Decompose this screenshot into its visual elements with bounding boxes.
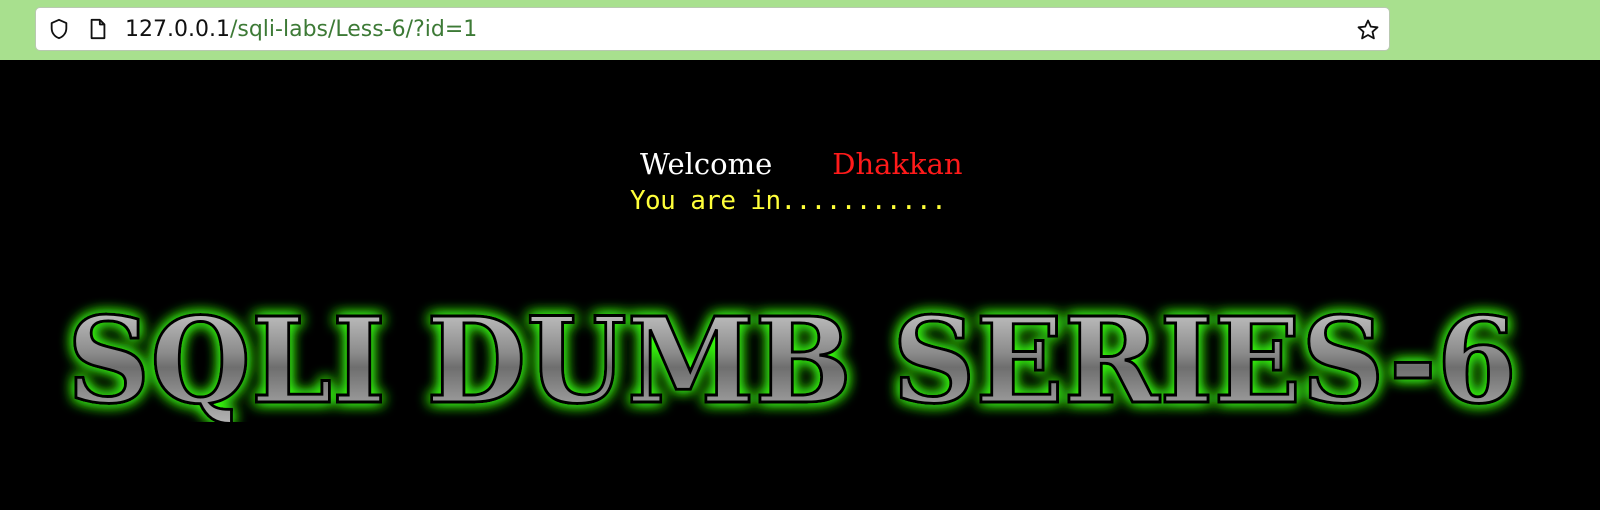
banner-image: SQLI DUMB SERIES-6 <box>66 292 1519 422</box>
banner-text: SQLI DUMB SERIES-6 <box>67 292 1517 422</box>
welcome-name: Dhakkan <box>832 147 963 181</box>
welcome-line: Welcome Dhakkan <box>640 146 963 182</box>
page-content: Welcome Dhakkan You are in........... SQ… <box>0 60 1600 510</box>
welcome-label: Welcome <box>640 147 773 181</box>
url-text[interactable]: 127.0.0.1/sqli-labs/Less-6/?id=1 <box>125 15 477 45</box>
status-message: You are in........... <box>630 186 947 216</box>
page-icon[interactable] <box>88 18 108 40</box>
bookmark-star-icon[interactable] <box>1356 18 1380 42</box>
address-bar[interactable]: 127.0.0.1/sqli-labs/Less-6/?id=1 <box>35 7 1390 51</box>
shield-icon[interactable] <box>48 18 70 40</box>
url-host: 127.0.0.1 <box>125 17 230 42</box>
browser-toolbar: 127.0.0.1/sqli-labs/Less-6/?id=1 <box>0 0 1600 60</box>
url-path: /sqli-labs/Less-6/?id=1 <box>229 17 478 42</box>
